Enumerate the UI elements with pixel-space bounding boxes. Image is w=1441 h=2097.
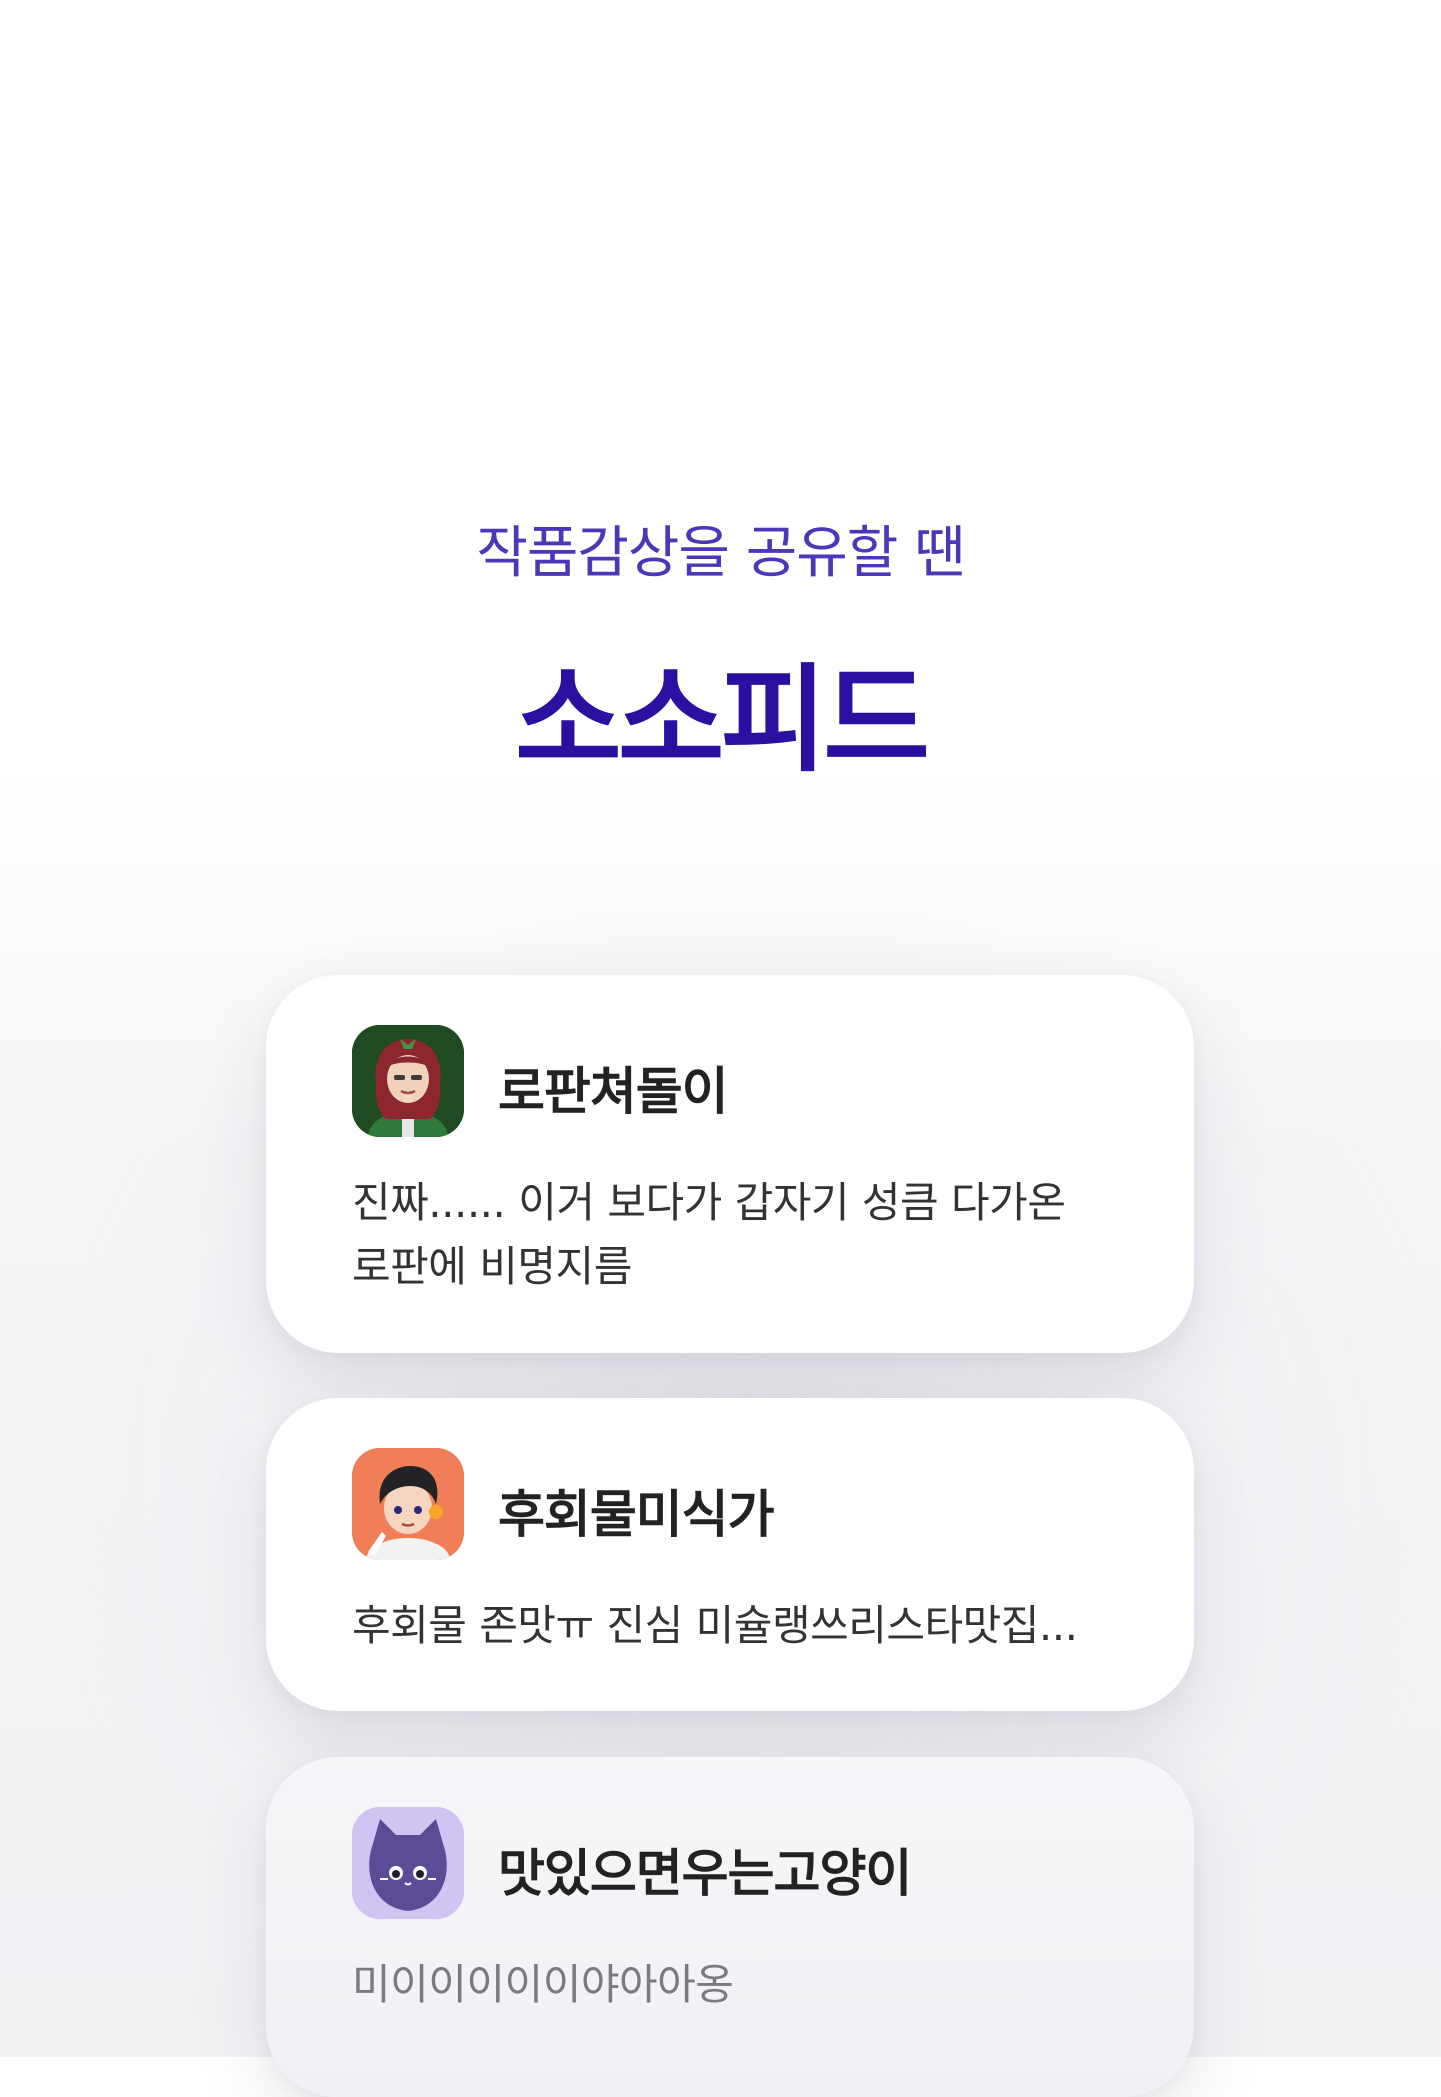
feed-card[interactable]: 맛있으면우는고양이 미이이이이이야아아옹 <box>266 1757 1194 2097</box>
username[interactable]: 맛있으면우는고양이 <box>498 1832 912 1906</box>
purple-cat-avatar-icon <box>352 1807 464 1919</box>
username[interactable]: 후회물미식가 <box>498 1473 775 1547</box>
dark-haired-boy-avatar-icon <box>352 1448 464 1560</box>
feed-text-line: 진짜...... 이거 보다가 갑자기 성큼 다가온 <box>352 1178 1066 1227</box>
page: 작품감상을 공유할 땐 소소피드 로판쳐돌이 진짜...... 이거 보다가 갑… <box>0 0 1441 2097</box>
feed-text-line: 후회물 존맛ㅠ 진심 미슐랭쓰리스타맛집... <box>352 1601 1078 1650</box>
section-subtitle: 작품감상을 공유할 땐 <box>476 521 965 586</box>
section-title: 소소피드 <box>515 653 930 788</box>
feed-card[interactable]: 로판쳐돌이 진짜...... 이거 보다가 갑자기 성큼 다가온 로판에 비명지… <box>266 975 1194 1353</box>
feed-card[interactable]: 후회물미식가 후회물 존맛ㅠ 진심 미슐랭쓰리스타맛집... <box>266 1398 1194 1711</box>
feed-text-line: 로판에 비명지름 <box>352 1242 632 1291</box>
feed-text: 진짜...... 이거 보다가 갑자기 성큼 다가온 로판에 비명지름 <box>352 1171 1142 1299</box>
feed-text: 미이이이이이야아아옹 <box>352 1953 1142 2017</box>
feed-text: 후회물 존맛ㅠ 진심 미슐랭쓰리스타맛집... <box>352 1594 1142 1658</box>
red-haired-girl-avatar-icon <box>352 1025 464 1137</box>
username[interactable]: 로판쳐돌이 <box>498 1050 729 1124</box>
feed-text-line: 미이이이이이야아아옹 <box>352 1960 734 2009</box>
